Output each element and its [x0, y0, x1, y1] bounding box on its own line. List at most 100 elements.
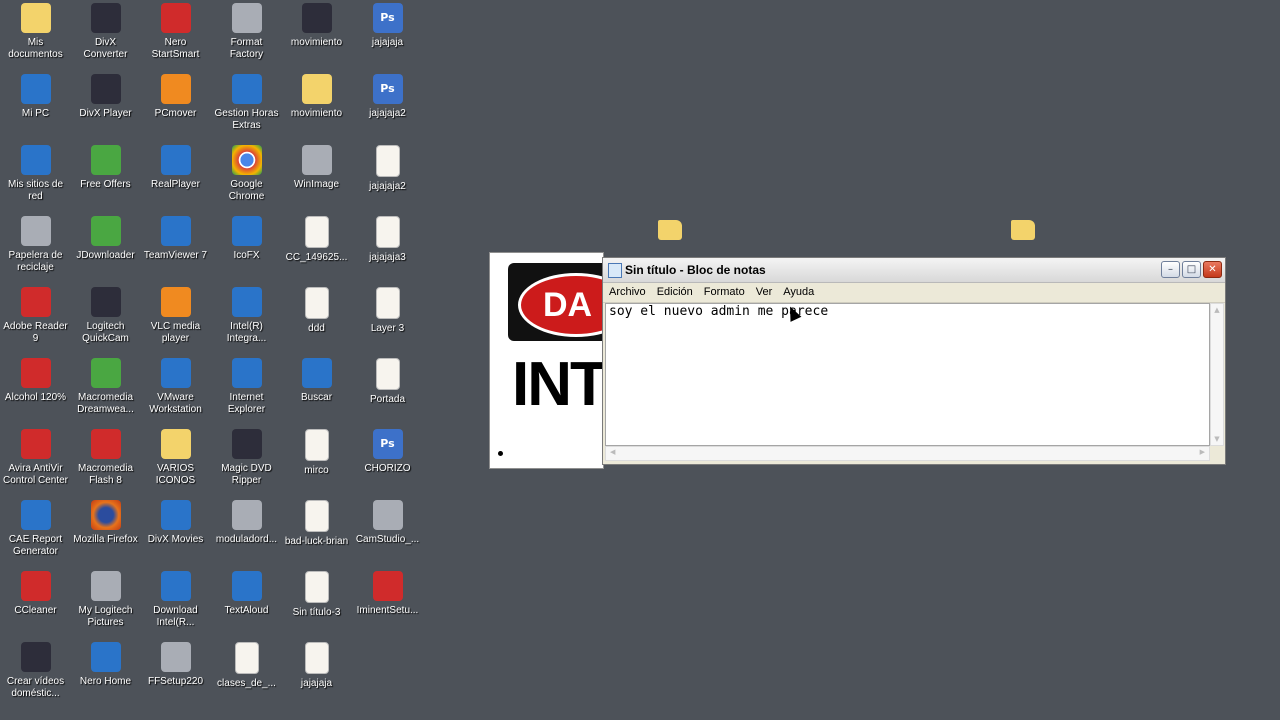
desktop-icon[interactable]: IcoFX: [211, 216, 282, 262]
desktop-icon[interactable]: Portada: [352, 358, 423, 406]
webcam-icon: [90, 287, 121, 317]
desktop-icon[interactable]: PCmover: [140, 74, 211, 120]
menu-ayuda[interactable]: Ayuda: [777, 283, 819, 298]
desktop-icon[interactable]: FFSetup220: [140, 642, 211, 688]
desktop-icon[interactable]: Internet Explorer: [211, 358, 282, 416]
desktop-icon[interactable]: RealPlayer: [140, 145, 211, 191]
desktop-icon[interactable]: jajajaja2: [352, 145, 423, 193]
text-editor-area[interactable]: soy el nuevo admin me parece: [605, 303, 1210, 446]
desktop-icon[interactable]: clases_de_...: [211, 642, 282, 690]
desktop-icon[interactable]: Free Offers: [70, 145, 141, 191]
desktop-icon[interactable]: CCleaner: [0, 571, 71, 617]
desktop-icon[interactable]: CC_149625...: [281, 216, 352, 264]
desktop-icon[interactable]: DivX Converter: [70, 3, 141, 61]
gestion-horas-icon: [231, 74, 262, 104]
desktop-icon[interactable]: JDownloader: [70, 216, 141, 262]
desktop-icon[interactable]: Nero StartSmart: [140, 3, 211, 61]
winrar-archive-icon: [301, 3, 332, 33]
desktop-icon[interactable]: Download Intel(R...: [140, 571, 211, 629]
desktop-icon[interactable]: movimiento: [281, 3, 352, 49]
menu-formato[interactable]: Formato: [698, 283, 750, 298]
desktop-icon[interactable]: Ps jajajaja: [352, 3, 423, 49]
desktop-icon[interactable]: Intel(R) Integra...: [211, 287, 282, 345]
desktop-icon[interactable]: DivX Movies: [140, 500, 211, 546]
desktop-icon[interactable]: Google Chrome: [211, 145, 282, 203]
desktop-icon[interactable]: VLC media player: [140, 287, 211, 345]
desktop-icon[interactable]: jajajaja3: [352, 216, 423, 264]
desktop-icon[interactable]: TextAloud: [211, 571, 282, 617]
horizontal-scrollbar[interactable]: ◀ ▶: [605, 446, 1210, 461]
desktop-icon[interactable]: Format Factory: [211, 3, 282, 61]
title-bar[interactable]: Sin título - Bloc de notas – □ ✕: [603, 258, 1225, 283]
resize-grip[interactable]: [1210, 446, 1224, 461]
folder-icon[interactable]: [1011, 220, 1035, 240]
desktop-icon[interactable]: moduladord...: [211, 500, 282, 546]
desktop-icon[interactable]: IminentSetu...: [352, 571, 423, 617]
desktop-icon-label: JDownloader: [76, 250, 135, 261]
nero-home-icon: [90, 642, 121, 672]
desktop-icon[interactable]: Macromedia Flash 8: [70, 429, 141, 487]
desktop-icon-label: Format Factory: [229, 37, 264, 60]
desktop-icon[interactable]: ddd: [281, 287, 352, 335]
desktop-icon[interactable]: Macromedia Dreamwea...: [70, 358, 141, 416]
desktop-icon[interactable]: jajajaja: [281, 642, 352, 690]
image-file-icon: [234, 642, 259, 674]
my-documents-icon: [20, 3, 51, 33]
close-button[interactable]: ✕: [1203, 261, 1222, 278]
free-offers-icon: [90, 145, 121, 175]
desktop-icon[interactable]: Crear vídeos doméstic...: [0, 642, 71, 700]
desktop-icon[interactable]: Adobe Reader 9: [0, 287, 71, 345]
desktop-icon[interactable]: bad-luck-brian: [281, 500, 352, 548]
desktop-icon[interactable]: Sin título-3: [281, 571, 352, 619]
desktop-icon[interactable]: TeamViewer 7: [140, 216, 211, 262]
photoshop-file-icon: Ps: [372, 3, 403, 33]
desktop-icon[interactable]: Logitech QuickCam: [70, 287, 141, 345]
desktop-icon[interactable]: VMware Workstation: [140, 358, 211, 416]
alcohol-120-icon: [20, 358, 51, 388]
desktop-icon[interactable]: Alcohol 120%: [0, 358, 71, 404]
desktop-icon[interactable]: My Logitech Pictures: [70, 571, 141, 629]
menu-archivo[interactable]: Archivo: [603, 283, 651, 298]
desktop-icon[interactable]: Nero Home: [70, 642, 141, 688]
desktop-icon-label: WinImage: [293, 179, 339, 190]
desktop-icon[interactable]: Gestion Horas Extras: [211, 74, 282, 132]
desktop-icon[interactable]: mirco: [281, 429, 352, 477]
winimage-icon: [301, 145, 332, 175]
scroll-up-icon[interactable]: ▲: [1213, 306, 1221, 314]
folder-icon[interactable]: [658, 220, 682, 240]
desktop-icon[interactable]: CamStudio_...: [352, 500, 423, 546]
desktop-icon[interactable]: CAE Report Generator: [0, 500, 71, 558]
desktop-icon[interactable]: Layer 3: [352, 287, 423, 335]
desktop-icon[interactable]: Buscar: [281, 358, 352, 404]
firefox-icon: [90, 500, 121, 530]
desktop-icon[interactable]: DivX Player: [70, 74, 141, 120]
scroll-right-icon[interactable]: ▶: [1200, 448, 1205, 456]
minimize-button[interactable]: –: [1161, 261, 1180, 278]
menu-ver[interactable]: Ver: [750, 283, 778, 298]
scroll-left-icon[interactable]: ◀: [610, 448, 615, 456]
desktop-icon[interactable]: Mi PC: [0, 74, 71, 120]
desktop-icon-label: VLC media player: [150, 321, 201, 344]
vertical-scrollbar[interactable]: ▲ ▼: [1210, 303, 1224, 446]
desktop-icon[interactable]: WinImage: [281, 145, 352, 191]
realplayer-icon: [160, 145, 191, 175]
desktop-icon[interactable]: movimiento: [281, 74, 352, 120]
desktop-icon[interactable]: Magic DVD Ripper: [211, 429, 282, 487]
menu-edicion[interactable]: Edición: [651, 283, 698, 298]
scroll-down-icon[interactable]: ▼: [1213, 435, 1221, 443]
desktop-icon[interactable]: Mis sitios de red: [0, 145, 71, 203]
desktop-icon[interactable]: Avira AntiVir Control Center: [0, 429, 71, 487]
desktop-icon[interactable]: Ps CHORIZO: [352, 429, 423, 475]
desktop-icon[interactable]: Mozilla Firefox: [70, 500, 141, 546]
desktop-icon-label: Macromedia Dreamwea...: [77, 392, 134, 415]
desktop-icon[interactable]: VARIOS ICONOS: [140, 429, 211, 487]
desktop-icon[interactable]: Mis documentos: [0, 3, 71, 61]
notepad-icon: [608, 263, 622, 278]
desktop-icon[interactable]: Ps jajajaja2: [352, 74, 423, 120]
desktop-icon[interactable]: Papelera de reciclaje: [0, 216, 71, 274]
notepad-window[interactable]: Sin título - Bloc de notas – □ ✕ Archivo…: [602, 257, 1226, 465]
divx-player-icon: [90, 74, 121, 104]
maximize-button[interactable]: □: [1182, 261, 1201, 278]
sign-dot: [498, 451, 503, 456]
background-image-window[interactable]: DA INTI: [489, 252, 604, 469]
